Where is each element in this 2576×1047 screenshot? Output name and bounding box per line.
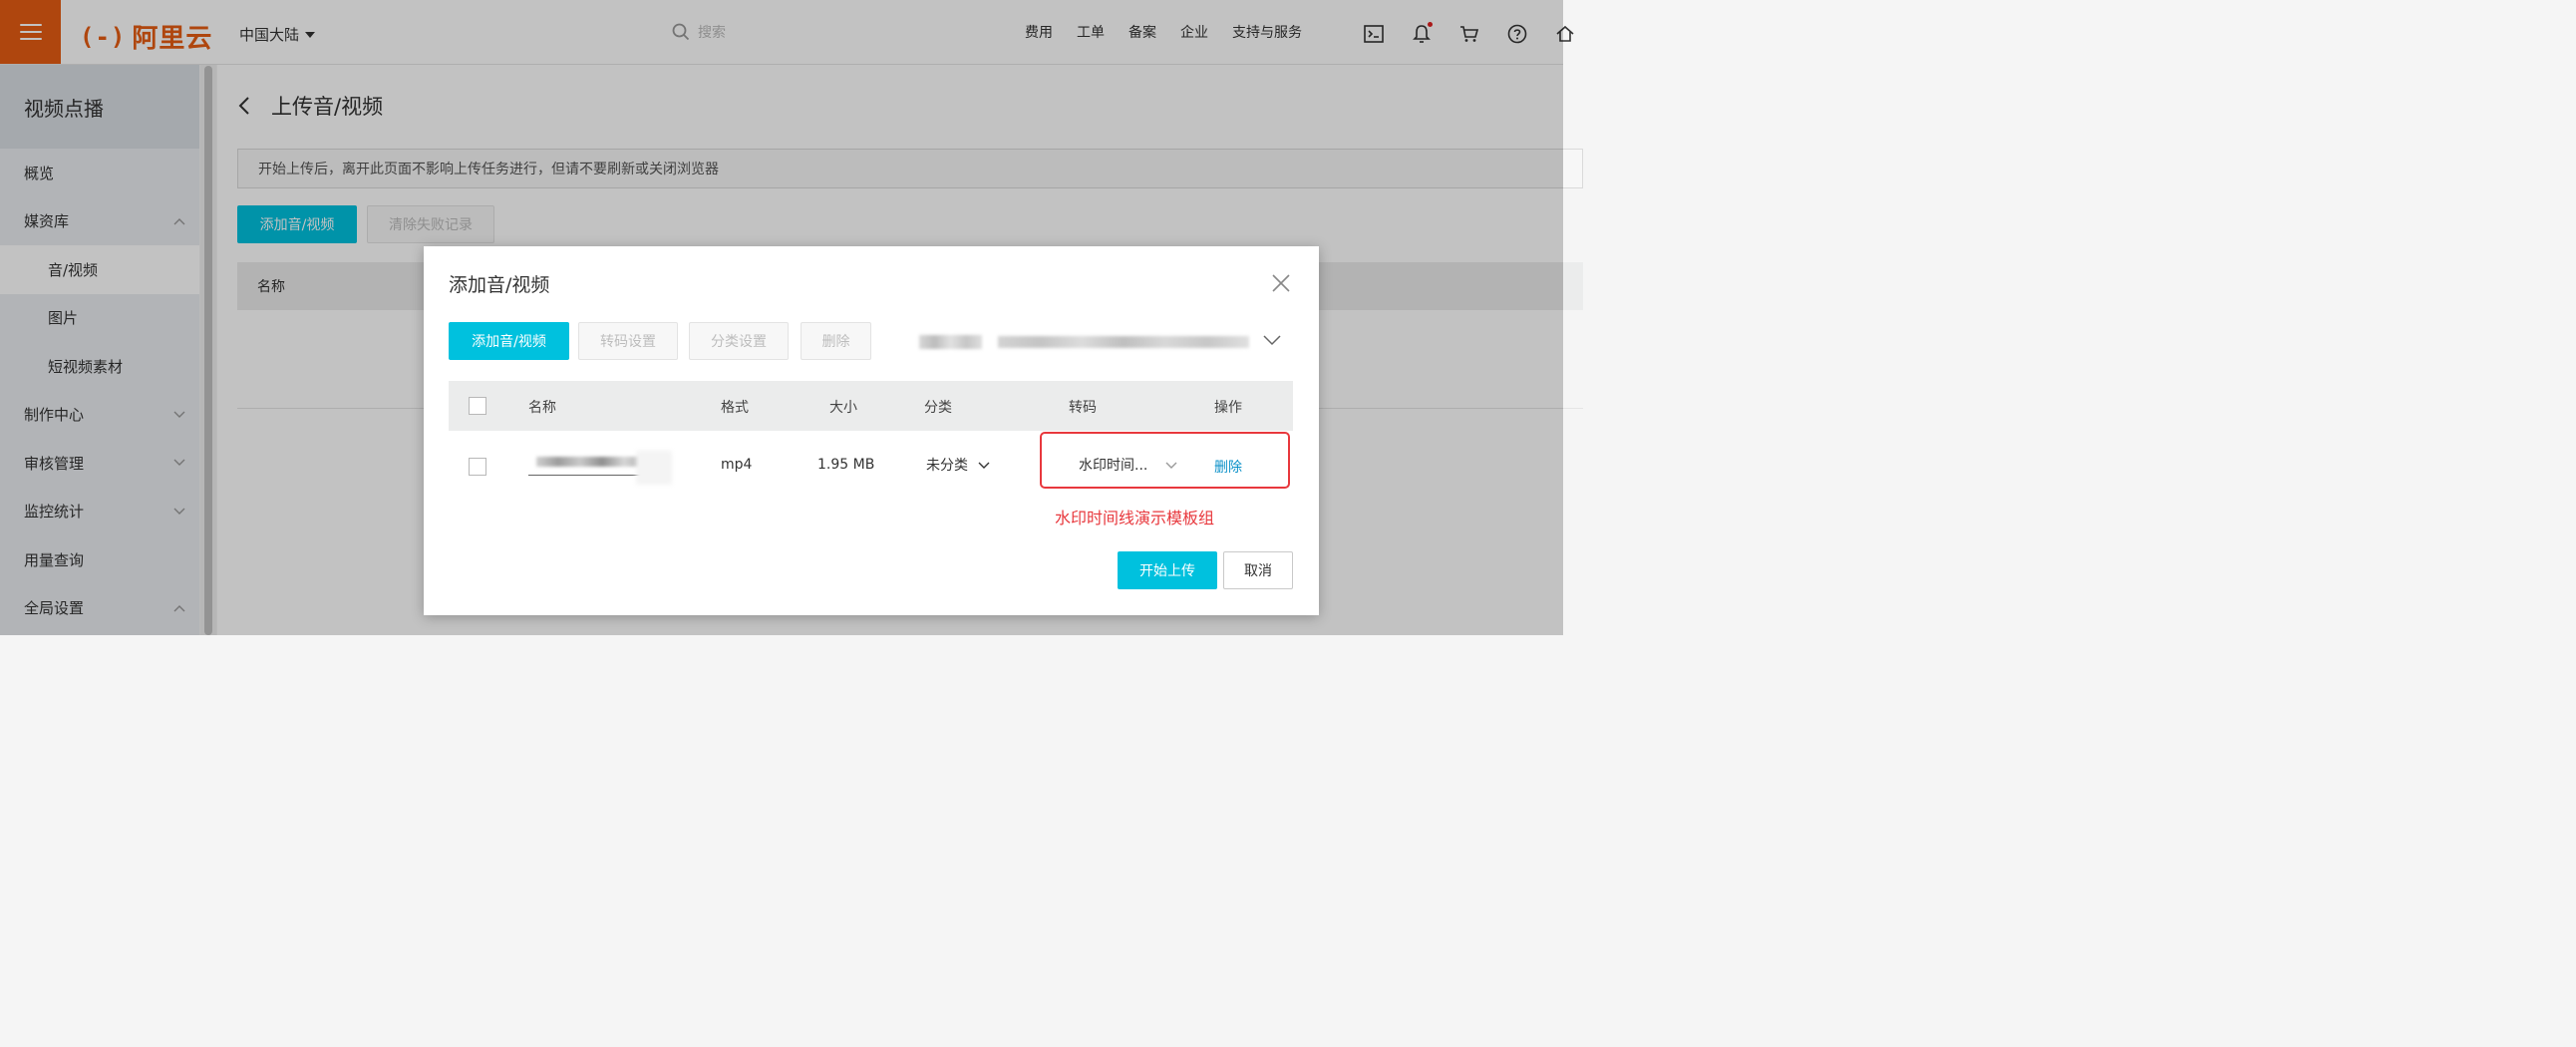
column-transcode: 转码	[1069, 400, 1097, 416]
file-format: mp4	[721, 457, 753, 473]
column-name: 名称	[528, 400, 556, 416]
redacted-label	[919, 335, 982, 349]
file-size: 1.95 MB	[817, 457, 875, 473]
select-all-checkbox[interactable]	[469, 397, 486, 415]
category-settings-button[interactable]: 分类设置	[689, 322, 789, 360]
delete-button[interactable]: 删除	[801, 322, 871, 360]
close-icon[interactable]	[1271, 273, 1291, 293]
redacted-file-name	[528, 445, 672, 487]
file-table-header: 名称 格式 大小 分类 转码 操作	[449, 381, 1293, 431]
column-category: 分类	[924, 400, 952, 416]
annotation-text: 水印时间线演示模板组	[1055, 509, 1215, 527]
chevron-down-icon	[978, 462, 990, 469]
add-media-dialog: 添加音/视频 添加音/视频 转码设置 分类设置 删除 名称 格式 大小 分类 转…	[424, 246, 1319, 615]
cancel-button[interactable]: 取消	[1223, 551, 1293, 589]
chevron-down-icon[interactable]	[1263, 335, 1281, 346]
category-select[interactable]: 未分类	[926, 455, 990, 475]
column-action: 操作	[1214, 400, 1242, 416]
transcode-settings-button[interactable]: 转码设置	[578, 322, 678, 360]
redacted-selector-value[interactable]	[998, 336, 1249, 348]
row-checkbox[interactable]	[469, 458, 486, 476]
highlight-box	[1040, 432, 1290, 489]
column-size: 大小	[829, 400, 857, 416]
start-upload-button[interactable]: 开始上传	[1118, 551, 1217, 589]
dialog-add-media-button[interactable]: 添加音/视频	[449, 322, 569, 360]
category-value: 未分类	[926, 458, 968, 474]
dialog-title: 添加音/视频	[449, 274, 550, 296]
column-format: 格式	[721, 400, 749, 416]
